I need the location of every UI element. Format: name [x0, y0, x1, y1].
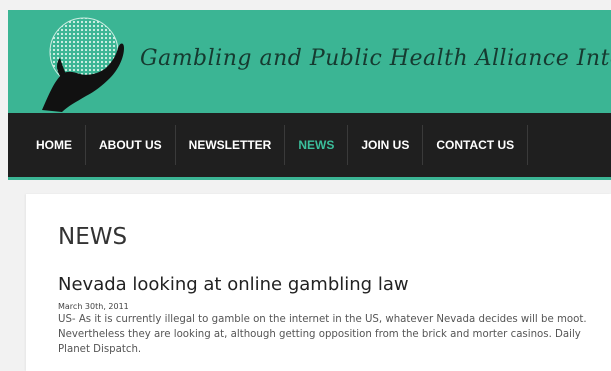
nav-item-news[interactable]: NEWS: [285, 125, 349, 165]
nav-item-newsletter[interactable]: NEWSLETTER: [176, 125, 286, 165]
site-header: Gambling and Public Health Alliance Inte…: [8, 10, 611, 113]
globe-hand-icon[interactable]: [32, 12, 136, 112]
site-title[interactable]: Gambling and Public Health Alliance Inte…: [140, 46, 611, 71]
main-nav: HOME ABOUT US NEWSLETTER NEWS JOIN US CO…: [8, 113, 611, 180]
post-date: March 30th, 2011: [58, 302, 129, 311]
nav-item-home[interactable]: HOME: [8, 125, 86, 165]
page-title: NEWS: [58, 224, 128, 250]
nav-item-join-us[interactable]: JOIN US: [348, 125, 424, 165]
nav-item-contact-us[interactable]: CONTACT US: [423, 125, 529, 165]
main-content: NEWS Nevada looking at online gambling l…: [26, 194, 611, 371]
nav-item-about-us[interactable]: ABOUT US: [86, 125, 176, 165]
post-body: US- As it is currently illegal to gamble…: [58, 314, 587, 355]
post-title[interactable]: Nevada looking at online gambling law: [58, 274, 409, 295]
